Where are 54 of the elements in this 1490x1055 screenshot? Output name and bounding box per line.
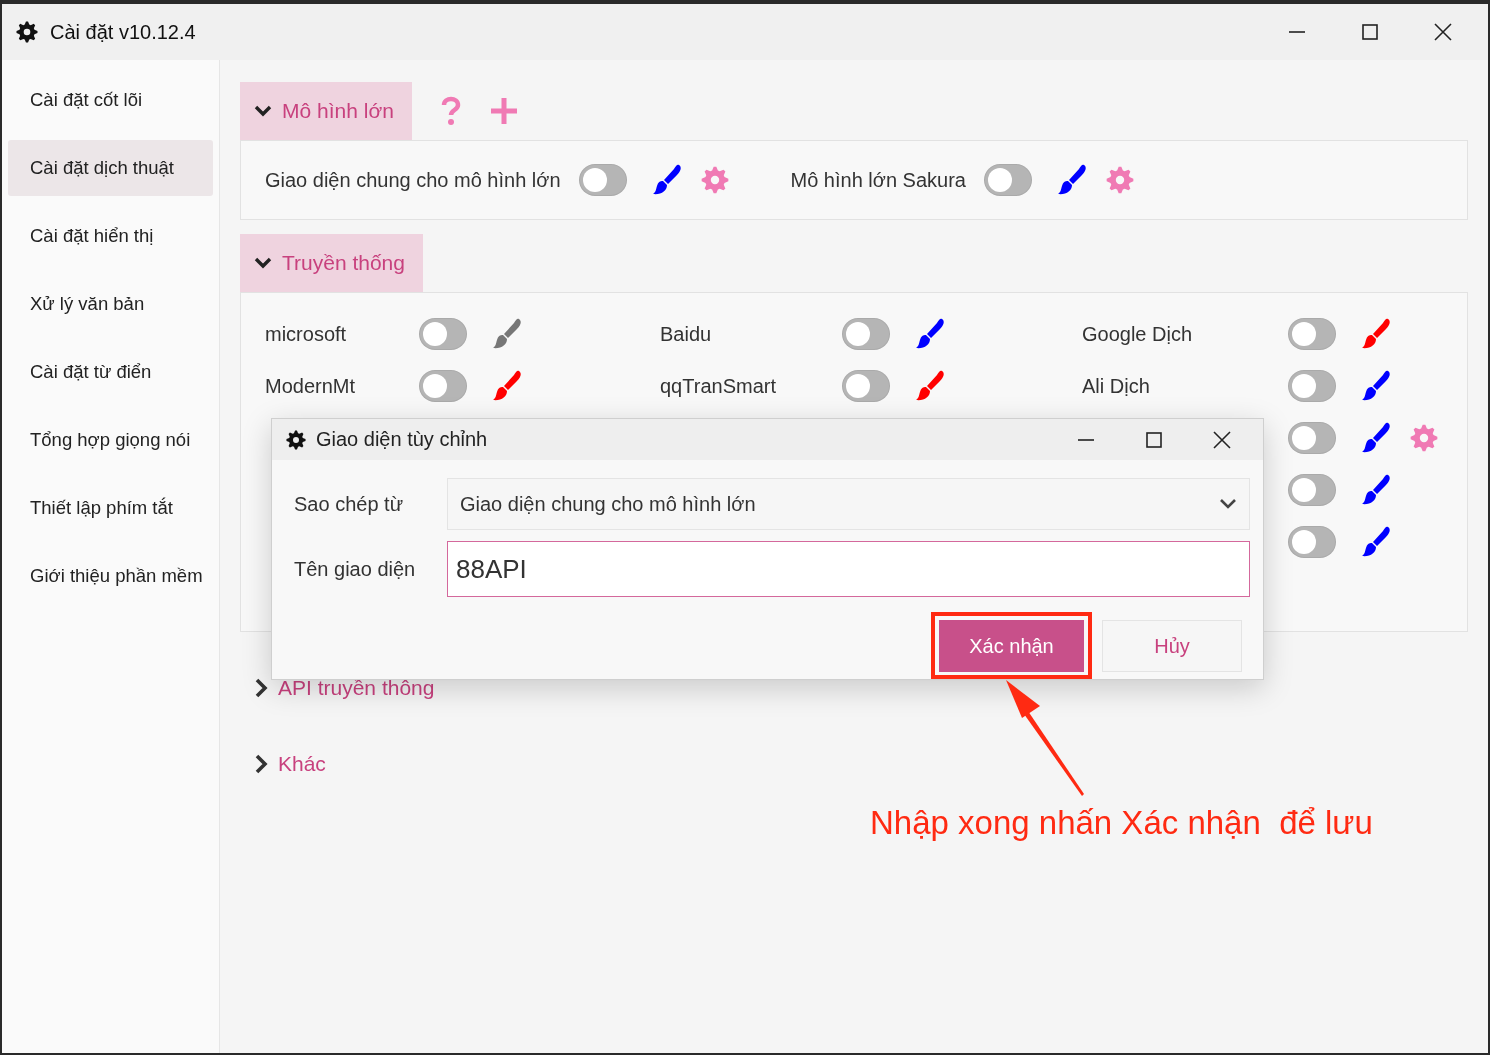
window-title: Cài đặt v10.12.4 (50, 20, 197, 44)
chevron-down-icon (254, 104, 272, 118)
sidebar-item[interactable]: Thiết lập phím tắt (8, 480, 213, 536)
engine-label: Giao diện chung cho mô hình lớn (265, 168, 561, 192)
sidebar-item[interactable]: Cài đặt cốt lõi (8, 72, 213, 128)
chevron-right-icon (254, 753, 268, 775)
field-label: Sao chép từ (294, 492, 404, 516)
sidebar-item[interactable]: Tổng hợp giọng nói (8, 412, 213, 468)
input-field[interactable]: 88API (447, 541, 1250, 597)
engine-label: microsoft (265, 322, 348, 346)
maximize-icon[interactable] (1361, 23, 1379, 41)
dialog-title: Giao diện tùy chỉnh (316, 428, 489, 451)
sidebar-item[interactable]: Giới thiệu phần mềm (8, 548, 213, 604)
sidebar-item[interactable]: Cài đặt từ điển (8, 344, 213, 400)
sidebar-item[interactable]: Cài đặt dịch thuật (8, 140, 213, 196)
cancel-button[interactable]: Hủy (1102, 620, 1242, 672)
maximize-icon[interactable] (1145, 430, 1163, 449)
toggle-switch[interactable] (842, 370, 890, 402)
toggle-switch[interactable] (419, 318, 467, 350)
toggle-switch[interactable] (1288, 474, 1336, 506)
toggle-switch[interactable] (842, 318, 890, 350)
engine-label: qqTranSmart (660, 374, 777, 398)
close-icon[interactable] (1213, 430, 1231, 449)
chevron-down-icon (254, 256, 272, 270)
chevron-right-icon (254, 677, 268, 699)
toggle-switch[interactable] (1288, 526, 1336, 558)
engine-label: Baidu (660, 322, 713, 346)
close-icon[interactable] (1434, 23, 1452, 41)
engine-label: Ali Dịch (1082, 374, 1151, 398)
field-label: Tên giao diện (294, 557, 417, 581)
toggle-switch[interactable] (578, 164, 627, 196)
chevron-down-icon (1219, 498, 1237, 510)
settings-icon[interactable] (700, 166, 729, 194)
section-header[interactable]: API truyền thông (240, 668, 453, 708)
confirm-button[interactable]: Xác nhận (939, 620, 1084, 672)
toggle-switch[interactable] (1288, 370, 1336, 402)
settings-icon[interactable] (1105, 166, 1134, 194)
annotation-text: Nhập xong nhấn Xác nhận để lưu (870, 804, 1373, 842)
toggle-switch[interactable] (1288, 318, 1336, 350)
help-icon[interactable] (439, 96, 462, 126)
sidebar-item[interactable]: Xử lý văn bản (8, 276, 213, 332)
section-header[interactable]: Khác (240, 744, 344, 784)
sidebar-item[interactable]: Cài đặt hiển thị (8, 208, 213, 264)
engine-label: Google Dịch (1082, 322, 1194, 346)
gear-icon (286, 429, 306, 450)
toggle-switch[interactable] (419, 370, 467, 402)
toggle-switch[interactable] (983, 164, 1032, 196)
toggle-switch[interactable] (1288, 422, 1336, 454)
engine-label: Mô hình lớn Sakura (790, 168, 966, 192)
plus-icon[interactable] (489, 97, 518, 125)
gear-icon (16, 21, 38, 43)
settings-icon[interactable] (1410, 424, 1438, 452)
dropdown[interactable]: Giao diện chung cho mô hình lớn (447, 478, 1250, 530)
engine-label: ModernMt (265, 374, 357, 398)
